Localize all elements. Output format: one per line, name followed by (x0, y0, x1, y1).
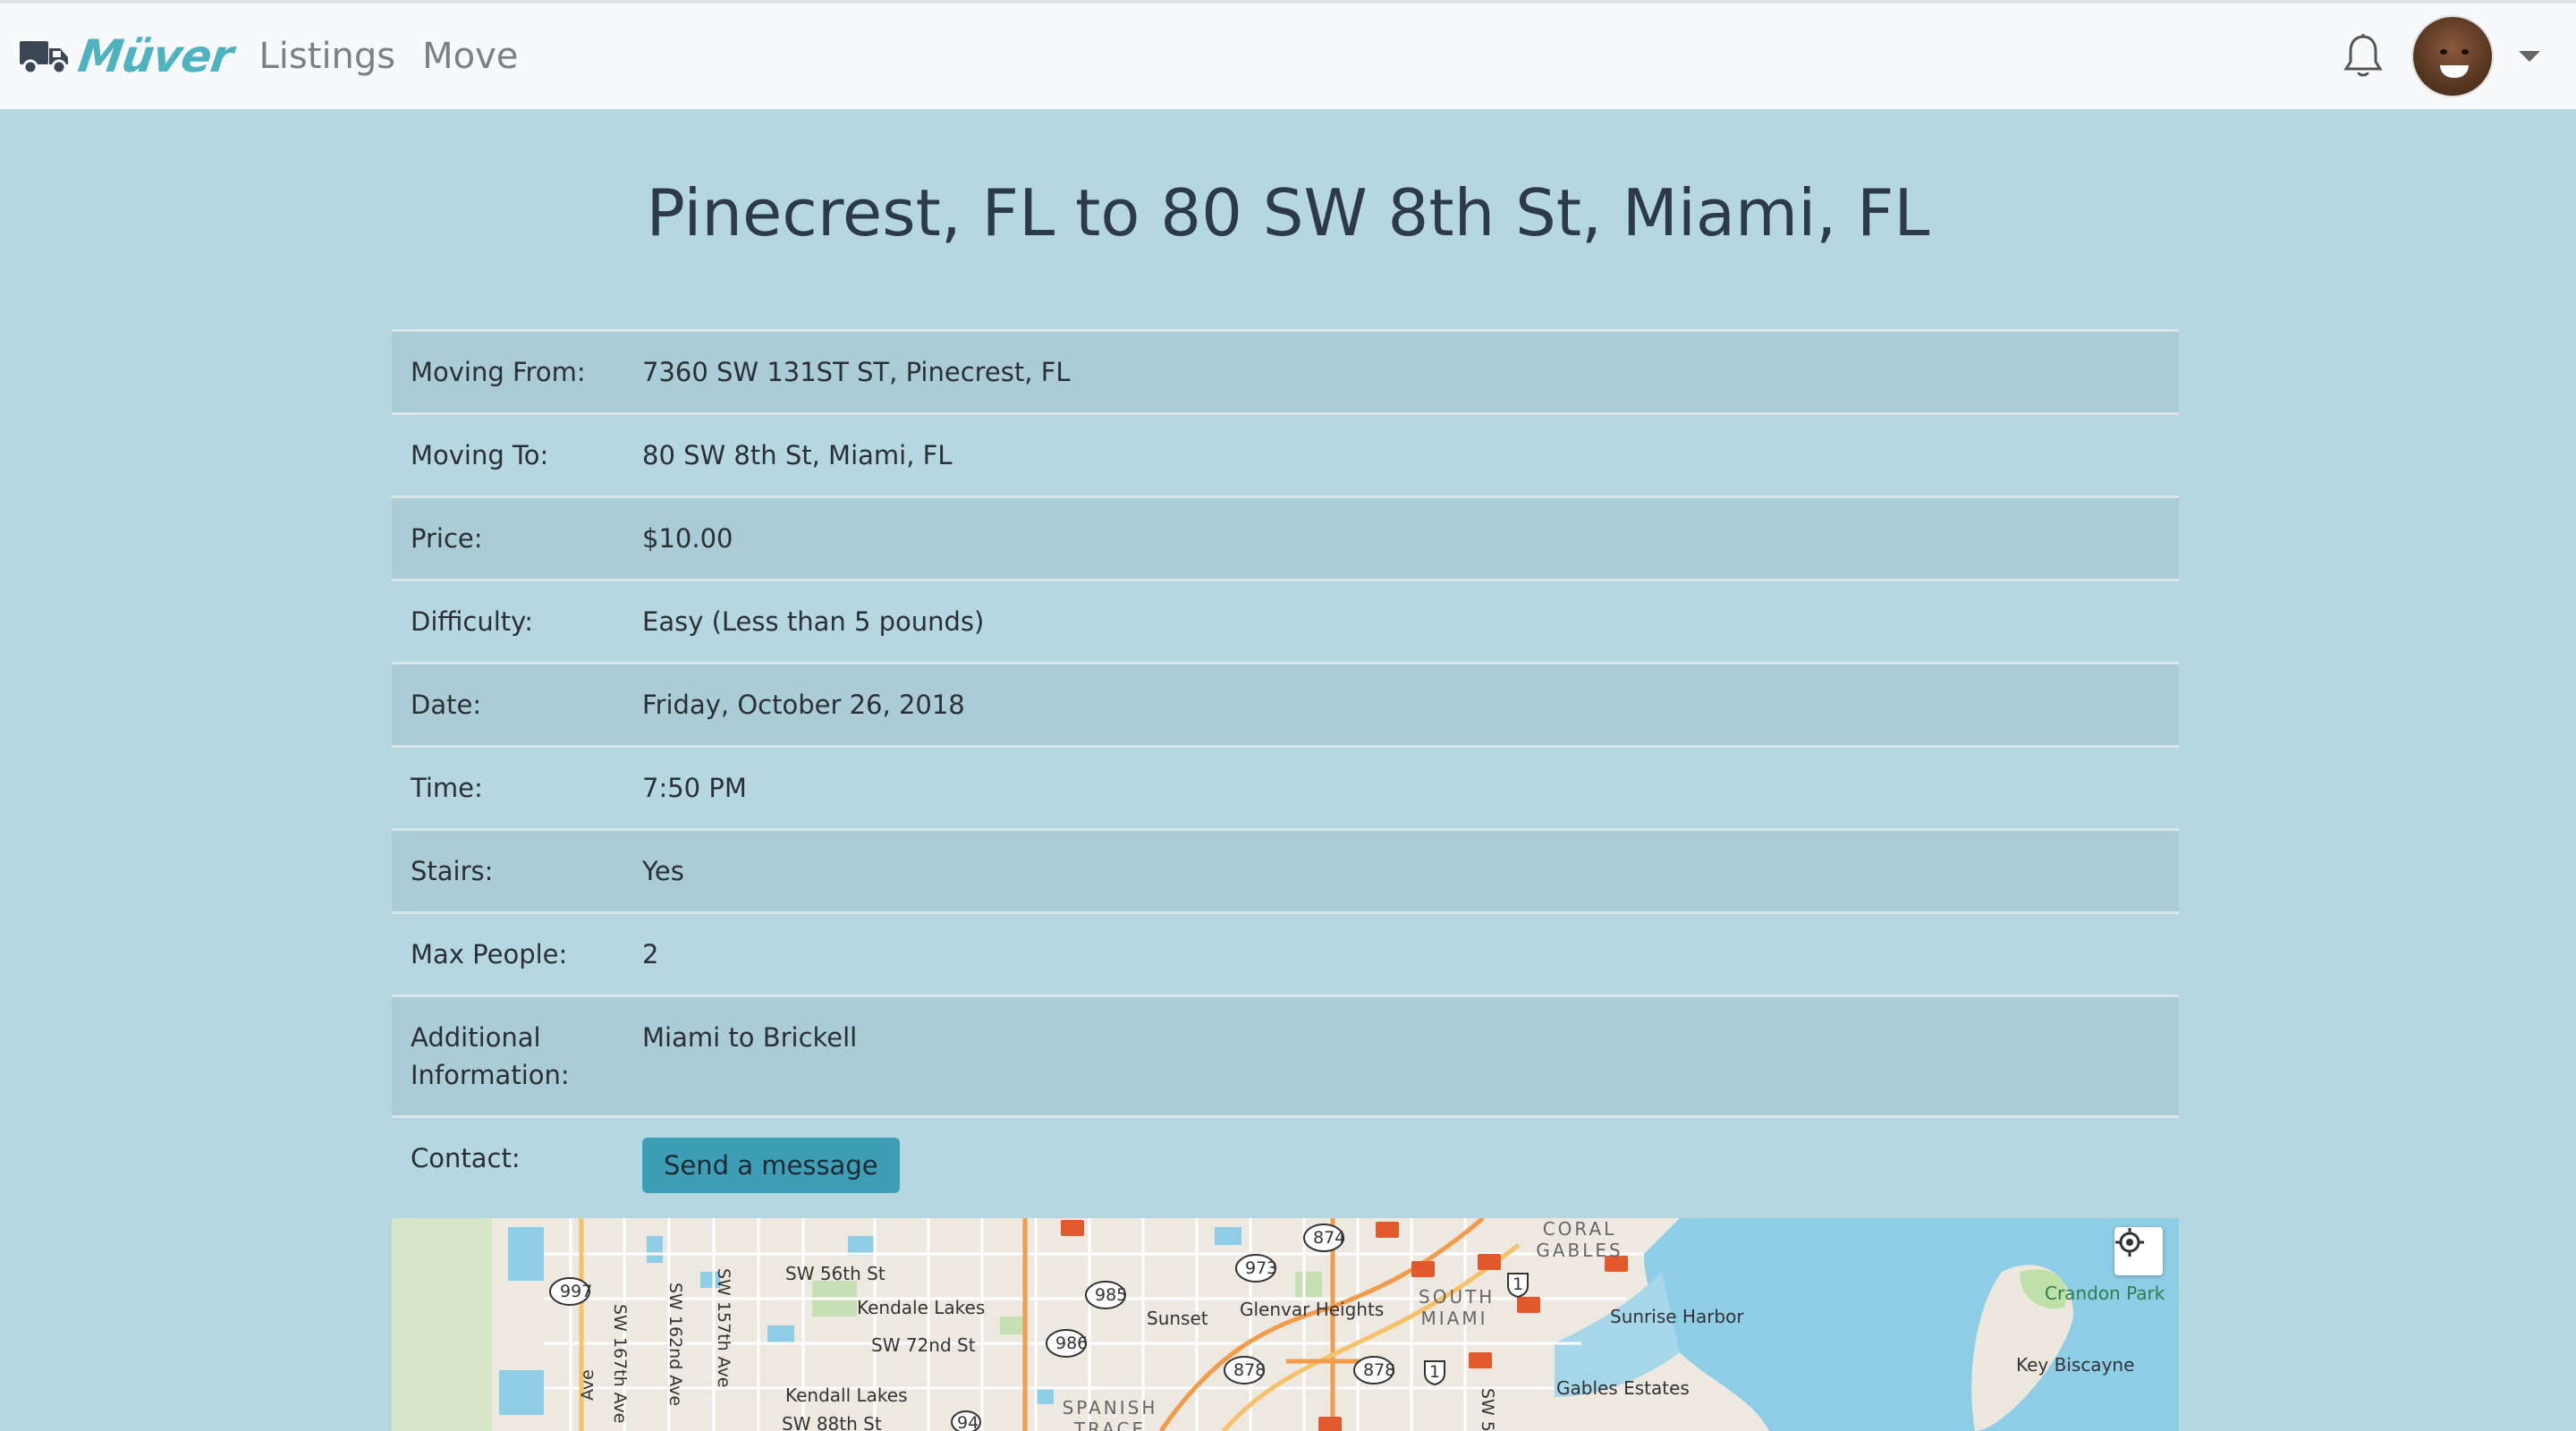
listing-details-table: Moving From: 7360 SW 131ST ST, Pinecrest… (392, 329, 2179, 1215)
send-message-button[interactable]: Send a message (642, 1138, 900, 1193)
map-label: Crandon Park (2045, 1283, 2165, 1304)
crosshair-icon (2115, 1228, 2144, 1257)
route-map[interactable]: 997 985 986 973 874 878 878 1 1 94 SW 56… (392, 1218, 2179, 1431)
table-row: Date: Friday, October 26, 2018 (392, 663, 2179, 747)
shield-label: 997 (560, 1282, 593, 1301)
row-label: Max People: (411, 939, 568, 970)
shield-label: 986 (1055, 1334, 1089, 1353)
table-row: Stairs: Yes (392, 829, 2179, 913)
row-value: Miami to Brickell (642, 1022, 858, 1053)
shield-label: 94 (957, 1413, 979, 1431)
row-value: 7:50 PM (642, 773, 747, 803)
map-label: Kendale Lakes (857, 1297, 986, 1318)
avatar-eye-right (2462, 49, 2469, 55)
map-label: SW 56th St (785, 1263, 886, 1284)
page-title: Pinecrest, FL to 80 SW 8th St, Miami, FL (646, 175, 1930, 250)
map-label: Sunset (1147, 1308, 1208, 1329)
map-label: SW 88th St (782, 1413, 882, 1431)
bell-icon[interactable] (2342, 33, 2385, 80)
row-label: Stairs: (411, 856, 494, 886)
row-value: Easy (Less than 5 pounds) (642, 606, 985, 637)
map-label: Kendall Lakes (785, 1384, 908, 1406)
table-row: Price: $10.00 (392, 496, 2179, 580)
avatar-smile (2440, 65, 2469, 78)
row-label: Moving From: (411, 357, 586, 387)
row-value: Friday, October 26, 2018 (642, 690, 965, 720)
shield-label: 1 (1429, 1362, 1441, 1382)
map-label: CORAL GABLES (1536, 1218, 1623, 1261)
map-label: SW 5 (1478, 1388, 1497, 1431)
row-value: 2 (642, 939, 659, 970)
table-row: Contact: Send a message (392, 1116, 2179, 1215)
shield-label: 985 (1095, 1285, 1128, 1305)
map-label: SPANISH TRACE (1062, 1397, 1158, 1431)
brand-name[interactable]: Müver (75, 30, 236, 82)
brand[interactable]: Müver (20, 4, 236, 109)
shield-label: 878 (1233, 1360, 1267, 1380)
map-label: Ave (578, 1369, 597, 1401)
shield-label: 1 (1513, 1274, 1524, 1294)
row-value: Yes (642, 856, 684, 886)
shield-label: 874 (1313, 1228, 1346, 1248)
map-label: SW 167th Ave (610, 1304, 630, 1424)
row-label: Price: (411, 523, 483, 554)
truck-logo-icon (20, 41, 68, 75)
row-value: $10.00 (642, 523, 733, 554)
row-label: Difficulty: (411, 606, 533, 637)
chevron-down-icon[interactable] (2519, 51, 2540, 62)
nav-link-listings[interactable]: Listings (259, 36, 396, 77)
map-label: Glenvar Heights (1240, 1299, 1385, 1320)
avatar-eye-left (2440, 49, 2447, 55)
table-row: Difficulty: Easy (Less than 5 pounds) (392, 580, 2179, 664)
contact-cell: Send a message (623, 1117, 2179, 1215)
table-row: Moving To: 80 SW 8th St, Miami, FL (392, 413, 2179, 497)
row-label: Moving To: (411, 440, 549, 470)
shield-label: 878 (1363, 1360, 1396, 1380)
avatar[interactable] (2411, 15, 2494, 97)
top-navbar: Müver Listings Move (0, 0, 2576, 109)
map-label: Gables Estates (1556, 1377, 1690, 1399)
row-label: Additional Information: (411, 1022, 570, 1090)
row-value: 80 SW 8th St, Miami, FL (642, 440, 953, 470)
map-label: Key Biscayne (2016, 1354, 2135, 1376)
map-label: SW 162nd Ave (665, 1283, 685, 1407)
row-value: 7360 SW 131ST ST, Pinecrest, FL (642, 357, 1071, 387)
table-row: Additional Information: Miami to Brickel… (392, 995, 2179, 1117)
table-row: Max People: 2 (392, 912, 2179, 996)
map-base (392, 1218, 2179, 1431)
table-row: Time: 7:50 PM (392, 746, 2179, 830)
map-label: Sunrise Harbor (1610, 1306, 1744, 1327)
row-label: Time: (411, 773, 483, 803)
map-label: SOUTH MIAMI (1419, 1286, 1496, 1329)
nav-user-area (2342, 4, 2540, 109)
map-label: SW 72nd St (871, 1334, 976, 1356)
locate-me-button[interactable] (2114, 1227, 2163, 1275)
table-row: Moving From: 7360 SW 131ST ST, Pinecrest… (392, 330, 2179, 414)
nav-link-move[interactable]: Move (422, 36, 518, 77)
shield-label: 973 (1245, 1258, 1278, 1278)
row-label: Date: (411, 690, 482, 720)
map-label: SW 157th Ave (714, 1268, 733, 1388)
contact-label: Contact: (411, 1143, 521, 1173)
